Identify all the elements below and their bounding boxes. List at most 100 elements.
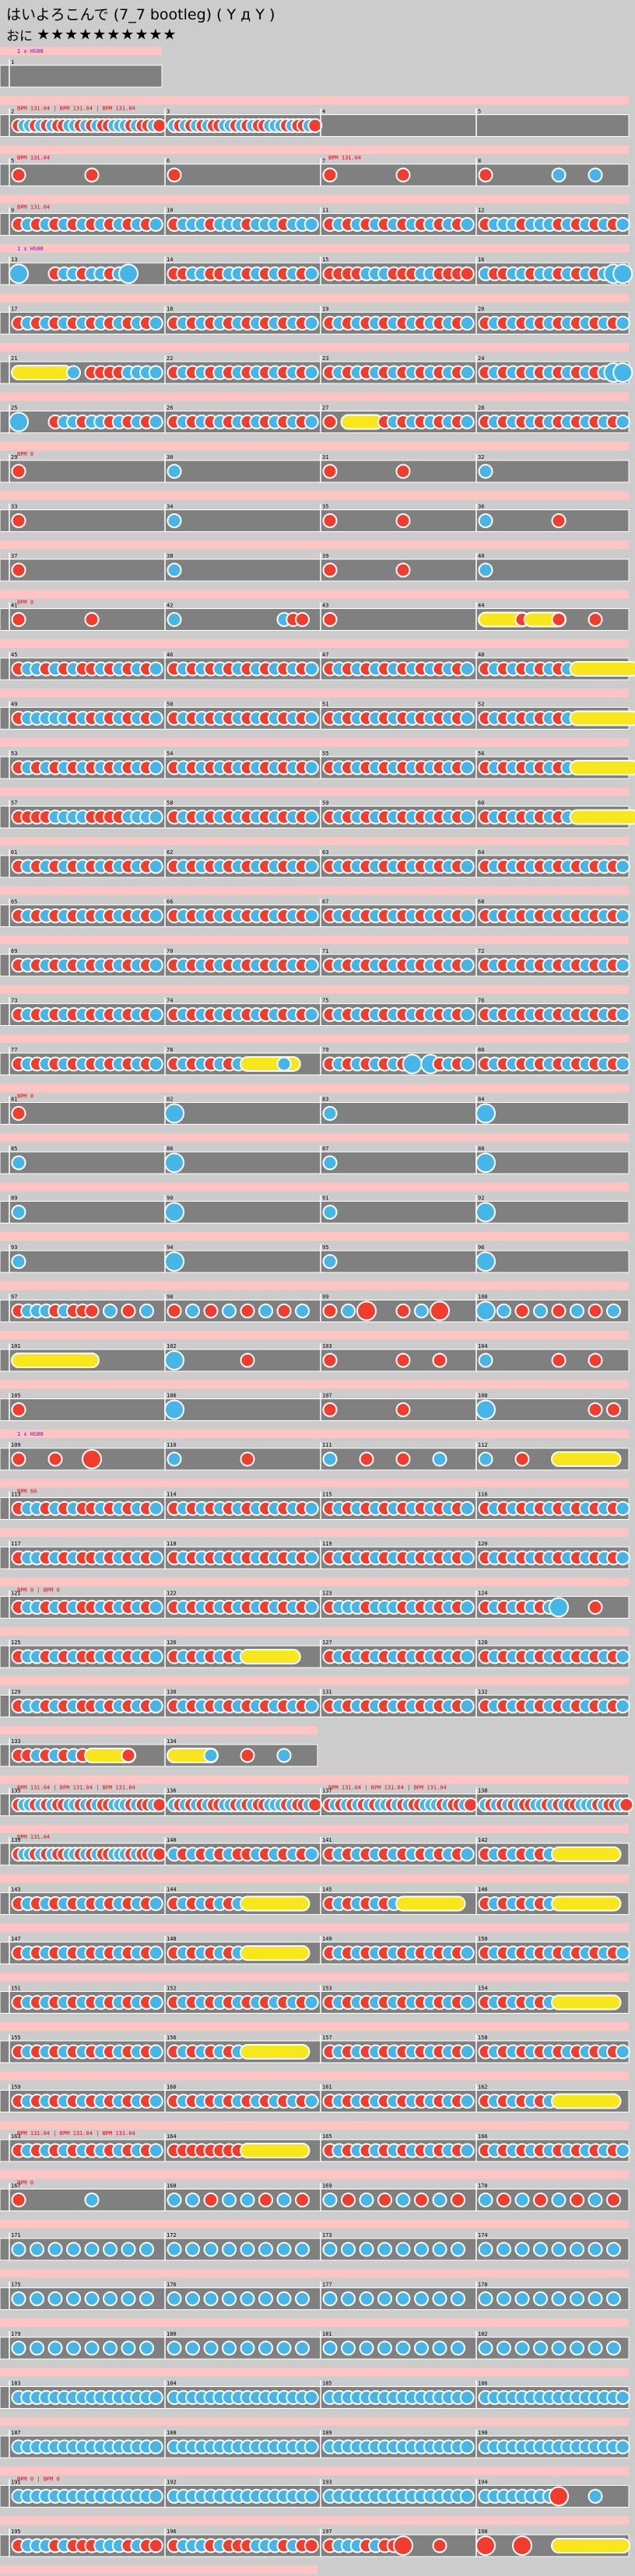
bpm-band [0, 96, 629, 105]
don-note [148, 2538, 163, 2553]
ka-note [588, 2340, 603, 2356]
bpm-label: BPM 131.04 | BPM 131.04 | BPM 131.04 [17, 2130, 135, 2137]
bar-number: 71 [322, 948, 328, 954]
bpm-band [0, 738, 629, 747]
don-note [152, 118, 167, 133]
ka-note [322, 2291, 338, 2306]
bpm-band [0, 1923, 629, 1932]
ka-note [459, 760, 475, 775]
bar-number: 2 [11, 109, 14, 115]
don-note [322, 612, 338, 627]
ka-note [459, 810, 475, 824]
don-note [356, 1300, 377, 1321]
bar-number: 48 [478, 652, 484, 658]
bpm-band [0, 392, 629, 401]
bpm-label: BPM 131.04 [17, 1834, 50, 1840]
ka-note [514, 2193, 530, 2207]
ka-note [615, 1699, 630, 1713]
don-note [393, 2536, 413, 2556]
ka-note [551, 167, 567, 183]
bpm-band [0, 2170, 629, 2179]
bar-number: 136 [167, 1788, 177, 1794]
bar-number: 6 [167, 158, 170, 164]
ka-note [164, 1251, 184, 1272]
bar-number: 91 [322, 1195, 328, 1202]
bpm-band [0, 2565, 318, 2574]
ka-note [148, 711, 163, 726]
don-note [377, 2193, 392, 2207]
ka-note [478, 2340, 493, 2356]
bpm-band [0, 442, 629, 450]
bar-number: 164 [167, 2133, 177, 2140]
ka-note [148, 1056, 163, 1072]
bar-number: 130 [167, 1689, 177, 1696]
ka-note [240, 2291, 255, 2306]
don-note [203, 1304, 219, 1318]
ka-note [459, 2390, 475, 2405]
bar-number: 56 [478, 751, 484, 757]
bar-number: 120 [478, 1541, 488, 1547]
don-note [11, 562, 26, 578]
bar-number: 129 [11, 1689, 21, 1696]
ka-note [459, 1995, 475, 2010]
don-note [322, 1353, 338, 1368]
don-note [430, 1300, 450, 1321]
bar-number: 55 [322, 751, 328, 757]
ka-note [322, 2242, 338, 2257]
bpm-band [0, 2417, 629, 2426]
bar-number: 98 [167, 1294, 173, 1300]
don-note [432, 2538, 447, 2553]
ka-note [533, 2340, 548, 2356]
ka-note [303, 1600, 319, 1615]
drumroll-note [240, 2143, 310, 2158]
bar-number: 194 [478, 2480, 488, 2486]
bar-number: 108 [478, 1393, 488, 1399]
bar-number: 122 [167, 1591, 177, 1597]
bar-number: 21 [11, 355, 17, 362]
bar-number: 19 [322, 306, 328, 313]
don-note [395, 167, 411, 183]
bar-number: 140 [167, 1837, 177, 1843]
ka-note [103, 2291, 118, 2306]
ka-note [322, 1205, 338, 1220]
bar-number: 153 [322, 1986, 332, 1992]
ka-note [588, 167, 603, 183]
bpm-band [0, 1232, 629, 1241]
ka-note [121, 2291, 136, 2306]
don-note [307, 1797, 323, 1812]
bar-number: 64 [478, 849, 484, 856]
ka-note [322, 1451, 338, 1467]
ka-note [303, 711, 319, 726]
bar-number: 20 [478, 306, 484, 313]
bar-number: 138 [478, 1788, 488, 1794]
ka-note [303, 266, 319, 282]
bar-number: 127 [322, 1640, 332, 1646]
drumroll-note [551, 2538, 631, 2553]
don-note [514, 1451, 530, 1467]
drumroll-note [569, 710, 635, 726]
ka-note [103, 2242, 118, 2257]
don-note [395, 1451, 411, 1467]
bpm-band [0, 2269, 629, 2278]
bpm-band [0, 1380, 629, 1389]
ka-note [359, 2291, 374, 2306]
chart-canvas: 1 x HS001BPM 131.04 | BPM 131.04 | BPM 1… [0, 47, 635, 2574]
ka-note [615, 2390, 630, 2405]
ka-note [103, 1304, 118, 1318]
ka-note [533, 2291, 548, 2306]
don-note [619, 1797, 634, 1812]
ka-note [615, 1007, 630, 1022]
ka-note [167, 2340, 182, 2356]
ka-note [615, 2143, 630, 2158]
ka-note [459, 2143, 475, 2158]
ka-note [549, 1597, 569, 1618]
bpm-band [0, 688, 629, 698]
bpm-label: BPM 0 [17, 600, 33, 606]
ka-note [615, 217, 630, 232]
bar-number: 65 [11, 899, 17, 905]
ka-note [341, 1304, 356, 1318]
ka-note [615, 316, 630, 331]
bar-number: 89 [11, 1195, 17, 1202]
bpm-label: BPM 131.04 [328, 155, 361, 161]
don-note [303, 2538, 319, 2553]
